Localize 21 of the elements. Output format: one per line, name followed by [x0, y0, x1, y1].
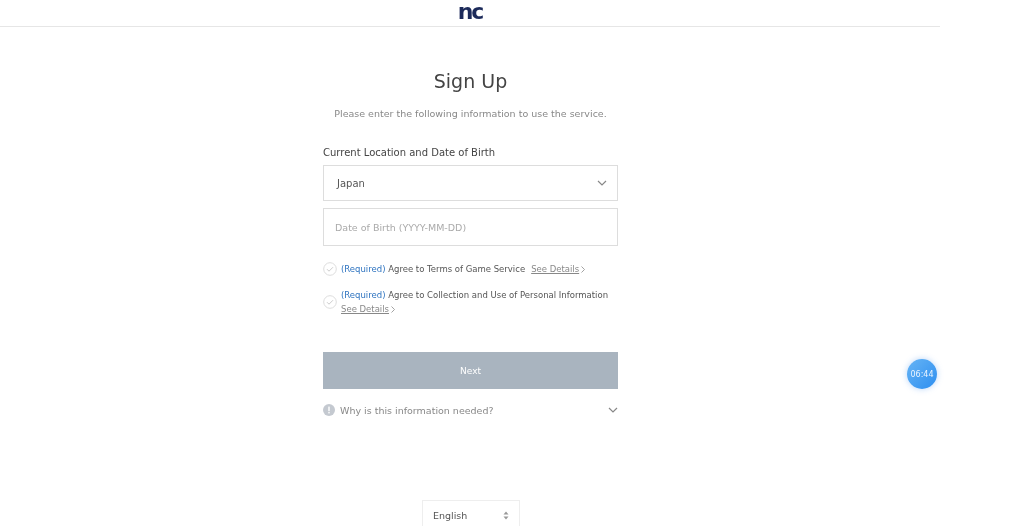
see-details-link[interactable]: See Details — [531, 262, 580, 276]
section-label: Current Location and Date of Birth — [323, 147, 497, 158]
chevron-right-icon — [391, 305, 396, 313]
see-details-link[interactable]: See Details — [341, 302, 390, 316]
info-icon — [323, 404, 335, 416]
page-title: Sign Up — [432, 70, 509, 92]
info-toggle[interactable]: Why is this information needed? — [323, 404, 618, 416]
chevron-right-icon — [581, 265, 586, 273]
check-circle-icon[interactable] — [323, 295, 337, 309]
check-circle-icon[interactable] — [323, 262, 337, 276]
sort-arrows-icon — [503, 510, 509, 520]
language-select[interactable]: English — [422, 500, 520, 526]
subtitle: Please enter the following information to use the service. — [333, 108, 608, 119]
chevron-icon — [608, 407, 618, 413]
birth-date-field[interactable]: Date of Birth (YYYY-MM-DD) — [323, 208, 618, 246]
chevron-down-icon — [597, 180, 607, 186]
agreement-text: (Required) Agree to Terms of Game Service — [341, 263, 526, 276]
logo[interactable]: nc — [457, 1, 483, 26]
location-select[interactable]: Japan — [323, 165, 618, 201]
agreement-text: (Required) Agree to Collection and Use of Personal Information — [341, 289, 609, 302]
timer-badge[interactable]: 06:44 — [907, 359, 937, 389]
